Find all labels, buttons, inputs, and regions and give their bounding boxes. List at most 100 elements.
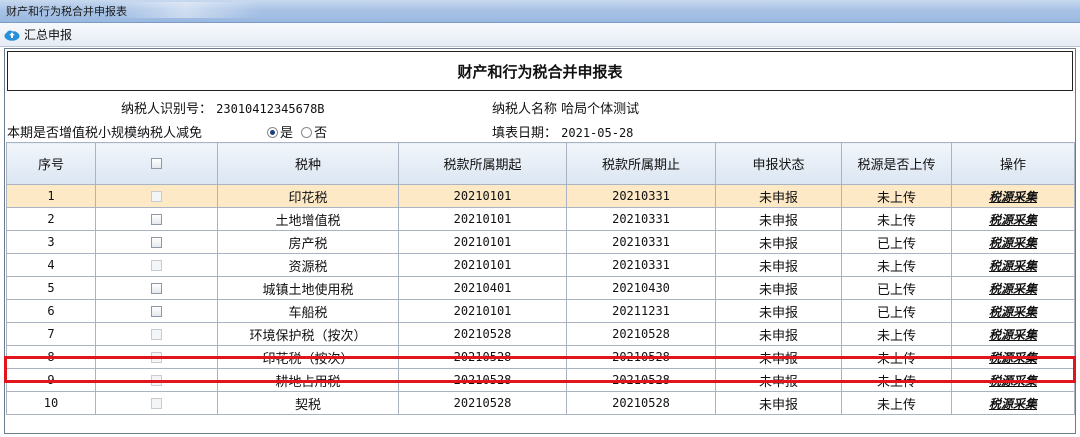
cell-checkbox	[95, 368, 218, 392]
cell-period-end: 20210528	[566, 368, 716, 392]
cell-checkbox	[95, 322, 218, 346]
table-row[interactable]: 8 印花税（按次） 20210528 20210528 未申报 未上传 税源采集	[6, 345, 1075, 369]
cell-status: 未申报	[715, 230, 842, 254]
tax-source-collect-link[interactable]: 税源采集	[989, 328, 1037, 342]
cell-seq: 8	[6, 345, 96, 369]
cell-action: 税源采集	[951, 230, 1075, 254]
window-title: 财产和行为税合并申报表	[6, 5, 127, 18]
cell-period-end: 20210331	[566, 184, 716, 208]
row-checkbox[interactable]	[151, 305, 162, 317]
table-row[interactable]: 2 土地增值税 20210101 20210331 未申报 未上传 税源采集	[6, 207, 1075, 231]
cell-status: 未申报	[715, 368, 842, 392]
titlebar-glow	[110, 2, 260, 18]
tax-table: 序号 税种 税款所属期起 税款所属期止 申报状态 税源是否上传 操作 1 印花税 2…	[6, 142, 1075, 415]
cell-period-end: 20210430	[566, 276, 716, 300]
reduction-options: 是 否	[263, 122, 327, 141]
row-checkbox[interactable]	[151, 351, 162, 363]
cell-checkbox	[95, 276, 218, 300]
cell-action: 税源采集	[951, 299, 1075, 323]
header-action: 操作	[951, 142, 1075, 185]
cell-status: 未申报	[715, 322, 842, 346]
row-checkbox[interactable]	[151, 213, 162, 225]
taxpayer-name-value: 哈局个体测试	[561, 102, 640, 117]
cell-status: 未申报	[715, 184, 842, 208]
cell-upload: 未上传	[841, 345, 952, 369]
table-row[interactable]: 1 印花税 20210101 20210331 未申报 未上传 税源采集	[6, 184, 1075, 208]
cell-upload: 未上传	[841, 253, 952, 277]
cell-upload: 未上传	[841, 368, 952, 392]
table-header-row: 序号 税种 税款所属期起 税款所属期止 申报状态 税源是否上传 操作	[6, 142, 1075, 185]
cell-seq: 2	[6, 207, 96, 231]
radio-no-label: 否	[314, 126, 328, 141]
cell-checkbox	[95, 299, 218, 323]
cell-seq: 7	[6, 322, 96, 346]
header-status: 申报状态	[715, 142, 842, 185]
cell-action: 税源采集	[951, 345, 1075, 369]
table-row[interactable]: 7 环境保护税（按次） 20210528 20210528 未申报 未上传 税源采集	[6, 322, 1075, 346]
cell-action: 税源采集	[951, 391, 1075, 415]
cell-action: 税源采集	[951, 184, 1075, 208]
radio-no[interactable]	[301, 127, 313, 138]
taxpayer-id-value: 23010412345678B	[216, 102, 325, 116]
header-period-start: 税款所属期起	[398, 142, 567, 185]
cell-checkbox	[95, 253, 218, 277]
table-row[interactable]: 4 资源税 20210101 20210331 未申报 未上传 税源采集	[6, 253, 1075, 277]
cell-period-start: 20210528	[398, 368, 567, 392]
tax-source-collect-link[interactable]: 税源采集	[989, 236, 1037, 250]
row-checkbox[interactable]	[151, 374, 162, 386]
tax-source-collect-link[interactable]: 税源采集	[989, 397, 1037, 411]
table-row[interactable]: 9 耕地占用税 20210528 20210528 未申报 未上传 税源采集	[6, 368, 1075, 392]
row-checkbox[interactable]	[151, 282, 162, 294]
cell-tax-type: 房产税	[217, 230, 399, 254]
row-checkbox[interactable]	[151, 397, 162, 409]
cell-period-end: 20210528	[566, 345, 716, 369]
cell-period-start: 20210528	[398, 322, 567, 346]
toolbar: 汇总申报	[0, 23, 1080, 47]
tax-source-collect-link[interactable]: 税源采集	[989, 213, 1037, 227]
taxpayer-id-label: 纳税人识别号：	[121, 102, 213, 117]
cell-seq: 4	[6, 253, 96, 277]
cell-tax-type: 契税	[217, 391, 399, 415]
tax-source-collect-link[interactable]: 税源采集	[989, 190, 1037, 204]
row-checkbox[interactable]	[151, 328, 162, 340]
header-tax-type: 税种	[217, 142, 399, 185]
cell-period-start: 20210528	[398, 391, 567, 415]
report-panel: 财产和行为税合并申报表 纳税人识别号： 23010412345678B 纳税人名…	[4, 48, 1076, 434]
tax-source-collect-link[interactable]: 税源采集	[989, 351, 1037, 365]
cell-period-start: 20210101	[398, 230, 567, 254]
cell-period-start: 20210101	[398, 253, 567, 277]
summary-declare-button[interactable]: 汇总申报	[4, 26, 72, 43]
table-row[interactable]: 5 城镇土地使用税 20210401 20210430 未申报 已上传 税源采集	[6, 276, 1075, 300]
fill-date-row: 填表日期： 2021-05-28	[492, 122, 633, 141]
cell-upload: 未上传	[841, 184, 952, 208]
header-upload: 税源是否上传	[841, 142, 952, 185]
cell-tax-type: 印花税（按次）	[217, 345, 399, 369]
taxpayer-id-row: 纳税人识别号： 23010412345678B	[121, 98, 325, 117]
table-row[interactable]: 10 契税 20210528 20210528 未申报 未上传 税源采集	[6, 391, 1075, 415]
cell-upload: 已上传	[841, 299, 952, 323]
radio-yes[interactable]	[267, 127, 278, 138]
row-checkbox[interactable]	[151, 236, 162, 248]
header-period-end: 税款所属期止	[566, 142, 716, 185]
cell-tax-type: 资源税	[217, 253, 399, 277]
cell-tax-type: 环境保护税（按次）	[217, 322, 399, 346]
cell-status: 未申报	[715, 276, 842, 300]
cell-checkbox	[95, 184, 218, 208]
cell-period-start: 20210101	[398, 207, 567, 231]
tax-source-collect-link[interactable]: 税源采集	[989, 374, 1037, 388]
reduction-label: 本期是否增值税小规模纳税人减免	[7, 126, 203, 141]
cloud-upload-icon	[4, 30, 20, 41]
table-row[interactable]: 6 车船税 20210101 20211231 未申报 已上传 税源采集	[6, 299, 1075, 323]
tax-source-collect-link[interactable]: 税源采集	[989, 282, 1037, 296]
table-row[interactable]: 3 房产税 20210101 20210331 未申报 已上传 税源采集	[6, 230, 1075, 254]
row-checkbox[interactable]	[151, 190, 162, 202]
tax-source-collect-link[interactable]: 税源采集	[989, 305, 1037, 319]
row-checkbox[interactable]	[151, 259, 162, 271]
taxpayer-name-row: 纳税人名称 哈局个体测试	[492, 98, 639, 117]
tax-source-collect-link[interactable]: 税源采集	[989, 259, 1037, 273]
radio-yes-label: 是	[280, 126, 294, 141]
select-all-checkbox[interactable]	[151, 158, 162, 169]
cell-period-start: 20210528	[398, 345, 567, 369]
cell-upload: 未上传	[841, 391, 952, 415]
report-title: 财产和行为税合并申报表	[7, 51, 1073, 91]
